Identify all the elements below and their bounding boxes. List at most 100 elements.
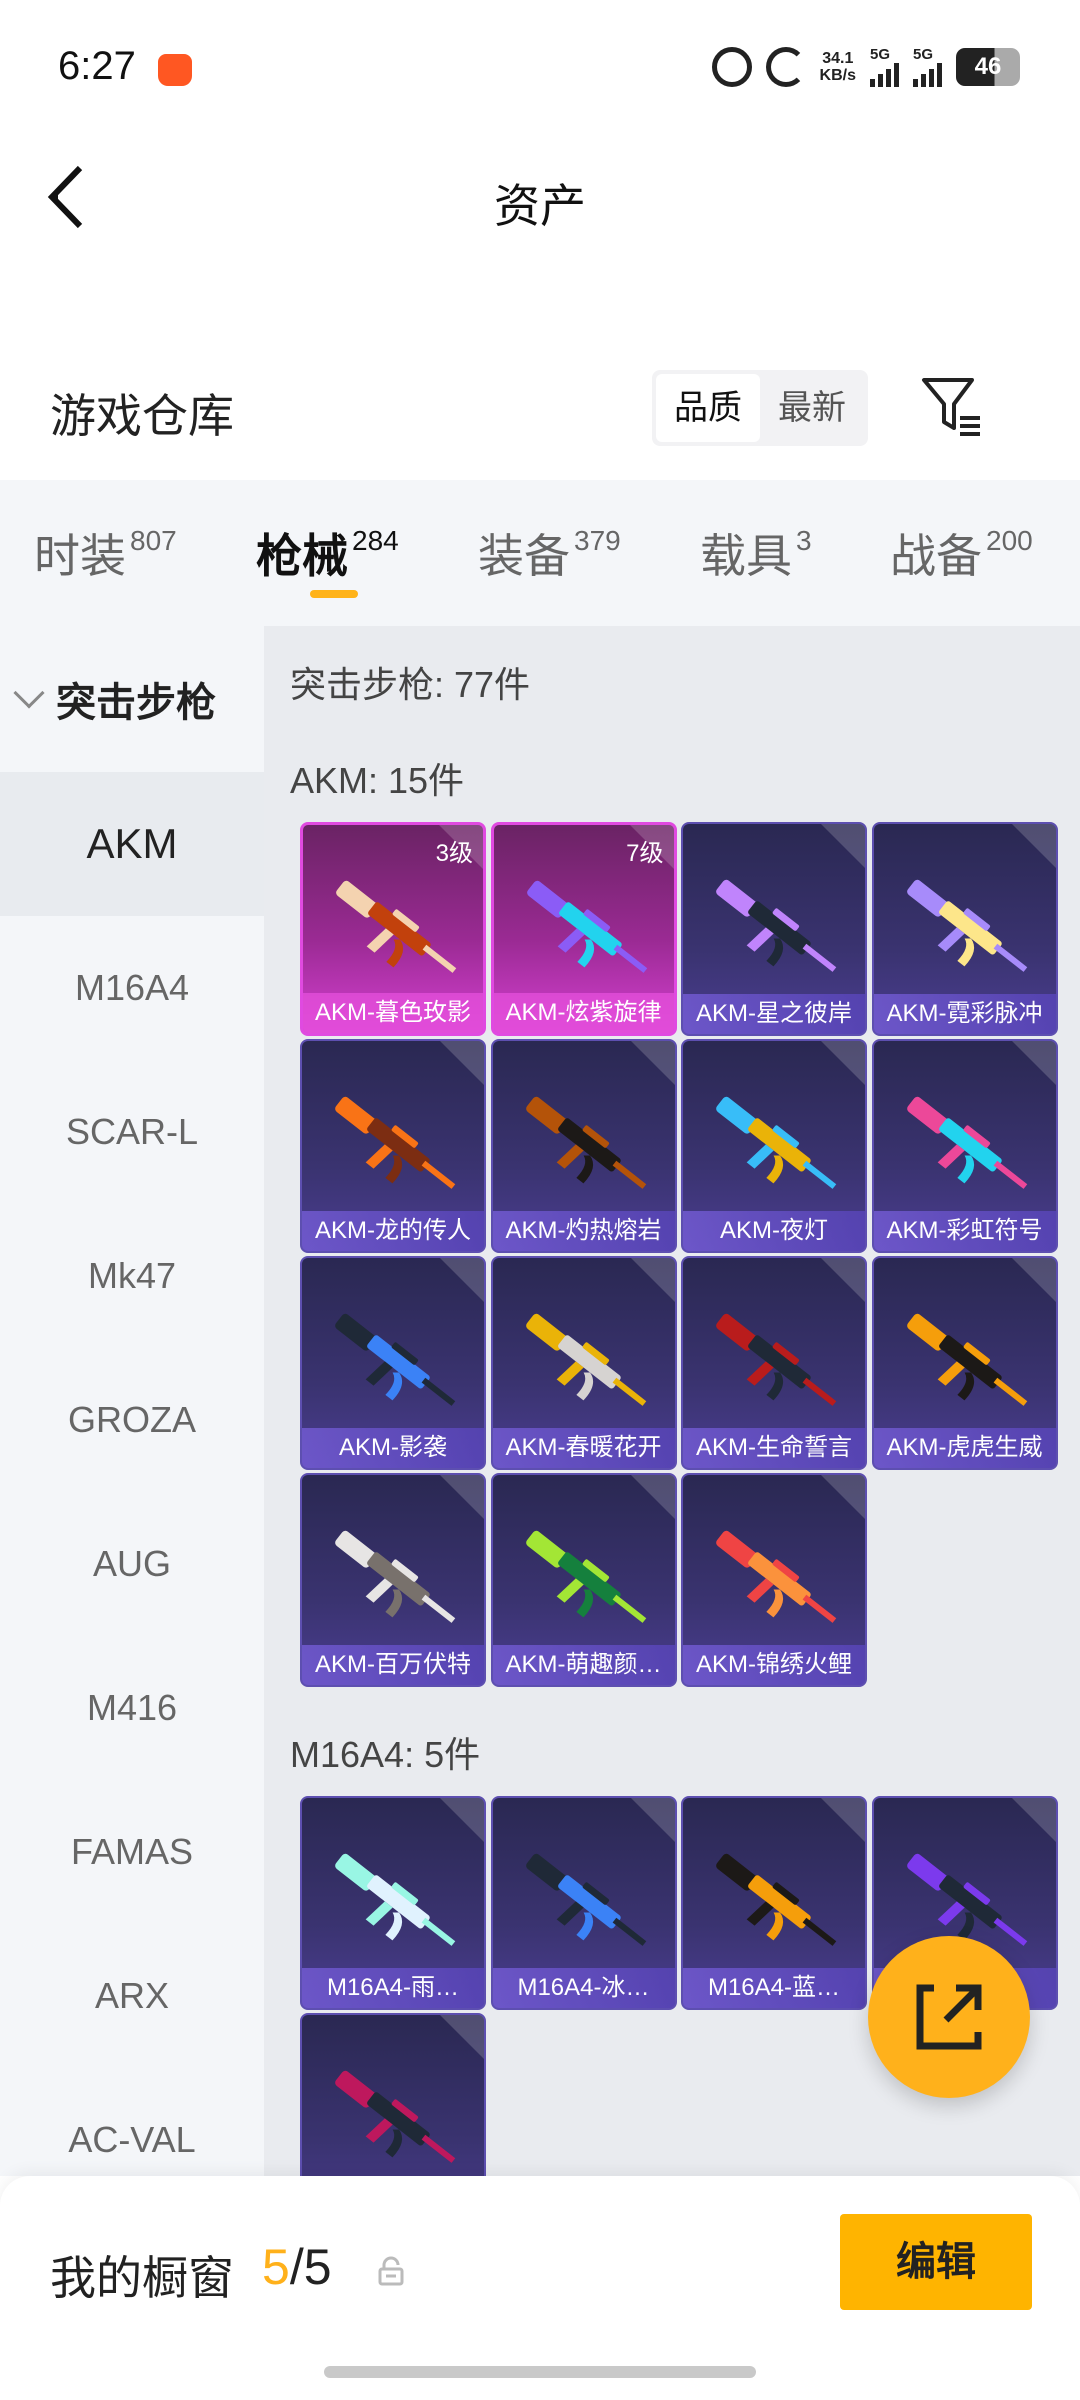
sidebar-item-ac-val[interactable]: AC-VAL [0,2068,264,2176]
sim1-label: 5G [870,46,891,63]
sidebar-item-famas[interactable]: FAMAS [0,1780,264,1924]
card-corner [630,1798,675,1842]
sidebar-item-akm[interactable]: AKM [0,772,264,916]
tab-supplies[interactable]: 战备 200 [890,520,1033,586]
item-card[interactable]: M16A4-雨… [300,1796,486,2010]
card-corner [630,1041,675,1085]
item-name: AKM-星之彼岸 [683,994,865,1034]
tab-label: 战备 [890,530,982,582]
showcase-total: /5 [289,2239,332,2295]
sidebar-item-m416[interactable]: M416 [0,1636,264,1780]
m16a4-count: M16A4: 5件 [290,1734,481,1775]
item-card[interactable]: 7级 AKM-炫紫旋律 [490,822,677,1036]
item-name: AKM-彩虹符号 [873,1211,1056,1251]
sidebar-item-m16a4[interactable]: M16A4 [0,916,264,1060]
weapon-sidebar: 突击步枪 AKM M16A4 SCAR-L Mk47 GROZA AUG M41… [0,626,264,2176]
home-indicator[interactable] [324,2366,756,2378]
card-corner [440,1041,484,1085]
status-icons: 34.1 KB/s 5G 5G 46 [711,44,1020,90]
tab-label: 枪械 [256,530,348,582]
sidebar-group-assault-rifles[interactable]: 突击步枪 [0,626,264,772]
rifle-icon [525,1313,646,1406]
card-corner [1011,1798,1056,1842]
signal-bars-icon [913,63,942,87]
tab-equipment[interactable]: 装备 379 [478,520,621,586]
card-corner [821,1475,865,1519]
app-notification-icon [158,54,192,86]
item-card[interactable]: AKM-龙的传人 [300,1039,486,1253]
battery-icon: 46 [956,48,1020,86]
share-fab[interactable] [868,1936,1030,2098]
item-card[interactable]: AKM-霓彩脉冲 [871,822,1058,1036]
tab-count: 807 [130,525,177,556]
tab-firearms[interactable]: 枪械 284 [256,520,399,586]
tab-count: 379 [574,525,621,556]
card-corner [821,824,865,868]
net-speed-value: 34.1 [822,50,854,67]
showcase-label: 我的橱窗 [50,2252,234,2304]
item-card[interactable]: M16A4-冰… [490,1796,677,2010]
item-card[interactable]: AKM-百万伏特 [300,1473,486,1687]
item-name: AKM-生命誓言 [683,1428,865,1468]
sidebar-item-arx[interactable]: ARX [0,1924,264,2068]
item-card[interactable]: AKM-锦绣火鲤 [681,1473,867,1687]
rifle-icon [526,880,647,973]
sort-toggle[interactable]: 品质 最新 [652,370,868,446]
tab-label: 载具 [700,530,792,582]
sidebar-item-groza[interactable]: GROZA [0,1348,264,1492]
item-name: AKM-龙的传人 [302,1211,484,1251]
tab-count: 284 [352,525,399,556]
rifle-icon [335,1530,456,1623]
card-corner [440,1798,484,1842]
signal-sim2: 5G [913,47,942,87]
item-card[interactable]: AKM-春暖花开 [490,1256,677,1470]
item-name: M16A4-冰… [492,1968,675,2008]
item-name: AKM-萌趣颜… [492,1645,675,1685]
card-corner [440,1258,484,1302]
card-corner [821,1258,865,1302]
akm-count: AKM: 15件 [290,760,465,801]
item-card[interactable]: M16A4-蓝… [681,1796,867,2010]
item-card[interactable]: AKM-生命誓言 [681,1256,867,1470]
item-card[interactable]: AKM-虎虎生威 [871,1256,1058,1470]
rifle-icon [335,2070,456,2163]
item-card[interactable] [300,2013,486,2176]
item-card[interactable]: AKM-星之彼岸 [681,822,867,1036]
rifle-icon [525,1530,646,1623]
filter-icon[interactable] [920,374,984,440]
edit-button[interactable]: 编辑 [840,2214,1032,2310]
item-name: M16A4-雨… [302,1968,484,2008]
sort-newest-button[interactable]: 最新 [760,374,864,442]
tab-label: 装备 [478,530,570,582]
rifle-icon [525,1096,646,1189]
page-title: 资产 [494,180,586,232]
tab-vehicles[interactable]: 载具 3 [700,520,812,586]
tab-label: 时装 [34,530,126,582]
tab-fashion[interactable]: 时装 807 [34,520,177,586]
item-card[interactable]: AKM-夜灯 [681,1039,867,1253]
item-card[interactable]: AKM-萌趣颜… [490,1473,677,1687]
item-card[interactable]: AKM-灼热熔岩 [490,1039,677,1253]
item-name: AKM-灼热熔岩 [492,1211,675,1251]
card-corner [821,1041,865,1085]
tab-count: 3 [796,525,812,556]
card-corner [630,1475,675,1519]
item-level: 7级 [626,840,664,867]
share-icon [916,1984,982,2050]
sidebar-item-scar-l[interactable]: SCAR-L [0,1060,264,1204]
sidebar-item-mk47[interactable]: Mk47 [0,1204,264,1348]
alarm-icon [711,47,752,87]
item-card[interactable]: AKM-彩虹符号 [871,1039,1058,1253]
warehouse-title: 游戏仓库 [50,390,234,442]
item-card[interactable]: 3级 AKM-暮色玫影 [300,822,486,1036]
sidebar-item-aug[interactable]: AUG [0,1492,264,1636]
card-corner [630,1258,675,1302]
sort-quality-button[interactable]: 品质 [656,374,760,442]
item-card[interactable]: AKM-影袭 [300,1256,486,1470]
signal-bars-icon [870,63,899,87]
item-name: M16A4-蓝… [683,1968,865,2008]
showcase-count: 5/5 [262,2238,332,2296]
rifle-icon [906,879,1027,972]
rifle-icon [716,1530,837,1623]
chevron-down-icon [13,677,45,709]
